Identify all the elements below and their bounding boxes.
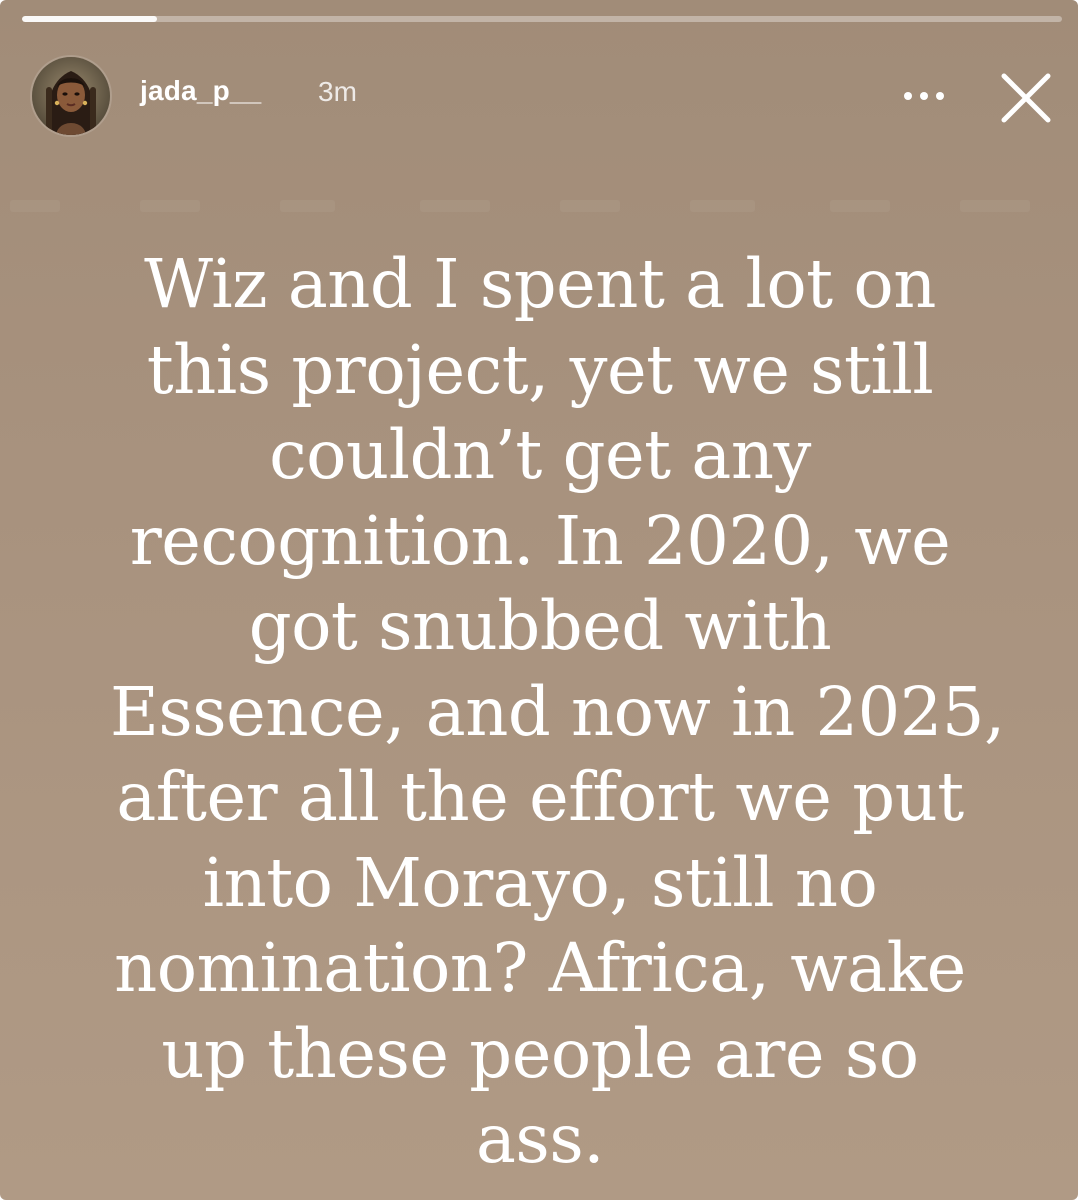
caption-line: got snubbed with: [248, 587, 832, 665]
caption-line: into Morayo, still no: [202, 843, 878, 922]
close-button[interactable]: [990, 62, 1060, 132]
story-header: jada_p__ 3m: [0, 40, 1078, 150]
background-faded-text: [0, 190, 1078, 230]
caption-line: couldn’t get any: [269, 416, 811, 494]
caption-line: ass.: [475, 1100, 605, 1178]
username[interactable]: jada_p__: [140, 75, 261, 107]
caption-line: recognition. In 2020, we: [129, 501, 951, 580]
caption-line: this project, yet we still: [146, 330, 934, 409]
close-icon: [1001, 73, 1051, 123]
more-options-button[interactable]: [896, 76, 952, 116]
story-viewer[interactable]: jada_p__ 3m Wiz and I spent a lot on this…: [0, 0, 1078, 1200]
avatar[interactable]: [32, 57, 110, 135]
story-progress-bar: [22, 16, 1062, 22]
profile-photo-icon: [32, 57, 110, 135]
caption-line: Wiz and I spent a lot on: [144, 245, 936, 323]
caption-line: Essence, and now in 2025,: [110, 672, 1005, 751]
story-progress-fill: [22, 16, 158, 22]
caption-line: nomination? Africa, wake: [114, 929, 966, 1007]
story-caption-text: Wiz and I spent a lot on this project, ye…: [110, 242, 1005, 1183]
caption-line: after all the effort we put: [116, 758, 964, 836]
post-timestamp: 3m: [318, 76, 357, 107]
caption-line: up these people are so: [161, 1014, 919, 1093]
